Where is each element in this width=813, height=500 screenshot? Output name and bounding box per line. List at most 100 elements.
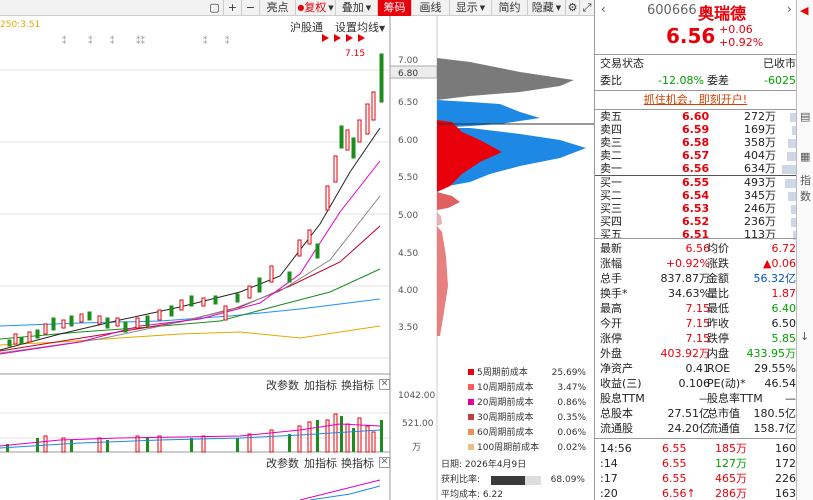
current-price-tag: 6.80 bbox=[398, 69, 418, 79]
kline-chart-area[interactable]: 250:3.51 沪股通 设置均线▼ ⁑ ⁑ ⁑ ⁑⁑ ⁑ ⁑ 7.15 7.0… bbox=[0, 16, 594, 500]
adjust-button[interactable]: ●复权 ▼ bbox=[296, 0, 336, 16]
svg-text:3.50: 3.50 bbox=[398, 323, 418, 333]
cost-legend: 5周期前成本 25.69% 10周期前成本 3.47% 20周期前成本 0.86% 30周期… bbox=[462, 366, 590, 456]
svg-text:⁑⁑: ⁑⁑ bbox=[136, 35, 146, 47]
overlay-button[interactable]: 叠加 ▼ bbox=[336, 0, 378, 16]
change-params-link-2[interactable]: 改参数 bbox=[266, 455, 299, 471]
svg-text:7.00: 7.00 bbox=[398, 56, 418, 66]
next-stock-icon[interactable]: › bbox=[787, 2, 792, 16]
chip-distribution bbox=[437, 58, 594, 336]
buy-level-row[interactable]: 买一 6.55 493万 bbox=[600, 176, 796, 189]
svg-text:1042.00: 1042.00 bbox=[398, 391, 435, 401]
svg-text:5.50: 5.50 bbox=[398, 173, 418, 183]
simple-button[interactable]: 简约 bbox=[492, 0, 528, 16]
prev-stock-icon[interactable]: ‹ bbox=[601, 2, 606, 16]
highlight-button[interactable]: 亮点 bbox=[260, 0, 296, 16]
svg-text:⁑: ⁑ bbox=[110, 35, 115, 47]
tick-row: :14 6.55 127万 172 bbox=[600, 457, 796, 470]
svg-text:万: 万 bbox=[412, 443, 421, 453]
stat-row: 总手 837.87万 金额 56.32亿 bbox=[600, 272, 796, 285]
svg-text:521.00: 521.00 bbox=[402, 419, 434, 429]
volume-bars bbox=[0, 413, 383, 453]
display-button[interactable]: 显示 ▼ bbox=[450, 0, 492, 16]
svg-text:⁑: ⁑ bbox=[203, 35, 208, 47]
svg-text:6.00: 6.00 bbox=[398, 136, 418, 146]
switch-indicator-link-2[interactable]: 换指标 bbox=[341, 455, 374, 471]
close-icon[interactable]: ✕ bbox=[379, 379, 390, 390]
gear-icon[interactable]: ⚙ bbox=[566, 0, 580, 16]
price-change-pct: +0.92% bbox=[719, 36, 764, 49]
buy-level-row[interactable]: 买二 6.54 345万 bbox=[600, 189, 796, 202]
last-price: 6.56 bbox=[666, 24, 716, 48]
sell-level-row[interactable]: 卖四 6.59 169万 bbox=[600, 123, 796, 136]
trade-status-row: 交易状态 已收市 bbox=[600, 57, 796, 70]
quote-panel: ‹ 600666 奥瑞德 › 6.56 +0.06 +0.92% 交易状态 已收市… bbox=[594, 0, 813, 500]
chart-toolbar: ▢ + − 亮点 ●复权 ▼ 叠加 ▼ 筹码 画线 显示 ▼ 简约 隐藏 ▼ ⚙ ⤢ bbox=[0, 0, 594, 16]
cost-legend-row: 10周期前成本 3.47% bbox=[462, 381, 590, 396]
hide-button[interactable]: 隐藏 ▼ bbox=[528, 0, 566, 16]
sell-level-row[interactable]: 卖二 6.57 404万 bbox=[600, 149, 796, 162]
buy-level-row[interactable]: 买五 6.51 113万 bbox=[600, 228, 796, 241]
stat-row: 净资产 0.41 ROE 29.55% bbox=[600, 362, 796, 375]
svg-text:4.50: 4.50 bbox=[398, 249, 418, 259]
cost-legend-row: 5周期前成本 25.69% bbox=[462, 366, 590, 381]
profit-ratio-bar bbox=[491, 476, 541, 485]
sell-level-row[interactable]: 卖一 6.56 634万 bbox=[600, 162, 796, 175]
high-price-label: 7.15 bbox=[345, 49, 365, 59]
close-icon-2[interactable]: ✕ bbox=[379, 457, 390, 468]
sell-level-row[interactable]: 卖五 6.60 272万 bbox=[600, 110, 796, 123]
side-strip: ◀ ▤ ▦ 指 数 ↓ bbox=[796, 0, 813, 500]
svg-text:4.00: 4.00 bbox=[398, 286, 418, 296]
side-icon[interactable]: ▤ bbox=[800, 110, 810, 123]
stat-row: 总股本 27.51亿 总市值 180.5亿 bbox=[600, 407, 796, 420]
tick-row: :17 6.55 465万 226 bbox=[600, 472, 796, 485]
svg-text:⁑: ⁑ bbox=[62, 35, 67, 47]
flag-icons bbox=[322, 34, 365, 42]
cost-legend-row: 100周期前成本 0.02% bbox=[462, 441, 590, 456]
stat-row: 涨停 7.15 跌停 5.85 bbox=[600, 332, 796, 345]
cost-legend-row: 20周期前成本 0.86% bbox=[462, 396, 590, 411]
stat-row: 换手* 34.63% 量比 1.87 bbox=[600, 287, 796, 300]
stat-row: 最新 6.56 均价 6.72 bbox=[600, 242, 796, 255]
svg-text:5.00: 5.00 bbox=[398, 211, 418, 221]
tick-row: :20 6.56↑ 286万 163 bbox=[600, 487, 796, 500]
switch-indicator-link[interactable]: 换指标 bbox=[341, 377, 374, 393]
candlesticks bbox=[7, 53, 384, 347]
cost-legend-row: 30周期前成本 0.35% bbox=[462, 411, 590, 426]
event-markers: ⁑ ⁑ ⁑ ⁑⁑ ⁑ ⁑ bbox=[62, 35, 230, 47]
stat-row: 流通股 24.20亿 流通值 158.7亿 bbox=[600, 422, 796, 435]
expand-icon[interactable]: ⤢ bbox=[580, 0, 594, 16]
add-indicator-link-2[interactable]: 加指标 bbox=[304, 455, 337, 471]
svg-text:6.50: 6.50 bbox=[398, 98, 418, 108]
chips-button[interactable]: 筹码 bbox=[378, 0, 412, 16]
buy-level-row[interactable]: 买四 6.52 236万 bbox=[600, 215, 796, 228]
square-icon[interactable]: ▢ bbox=[206, 0, 224, 16]
weibi-row: 委比 -12.08% 委差 -6025 bbox=[600, 74, 796, 87]
zoom-out-icon[interactable]: − bbox=[242, 0, 260, 16]
stat-row: 今开 7.15 昨收 6.50 bbox=[600, 317, 796, 330]
stock-name: 奥瑞德 bbox=[698, 4, 747, 23]
zoom-in-icon[interactable]: + bbox=[224, 0, 242, 16]
sell-level-row[interactable]: 卖三 6.58 358万 bbox=[600, 136, 796, 149]
cost-info: 日期: 2026年4月9日 获利比率: 68.09% 平均成本: 6.22 bbox=[441, 460, 585, 500]
price-axis: 7.00 6.50 6.00 5.50 5.00 4.50 4.00 3.50 bbox=[398, 56, 418, 333]
avg-cost-value: 6.22 bbox=[482, 490, 503, 500]
stat-row: 股息TTM — 股息率TTM — bbox=[600, 392, 796, 405]
stock-code: 600666 bbox=[647, 3, 697, 18]
profit-ratio-value: 68.09% bbox=[550, 475, 585, 485]
open-account-link[interactable]: 抓住机会，即刻开户! bbox=[595, 92, 796, 107]
svg-text:⁑: ⁑ bbox=[88, 35, 93, 47]
add-indicator-link[interactable]: 加指标 bbox=[304, 377, 337, 393]
cost-legend-row: 60周期前成本 0.06% bbox=[462, 426, 590, 441]
draw-line-button[interactable]: 画线 bbox=[412, 0, 450, 16]
stat-row: 最高 7.15 最低 6.40 bbox=[600, 302, 796, 315]
stat-row: 涨幅 +0.92% 涨跌 ▲0.06 bbox=[600, 257, 796, 270]
cost-date: 2026年4月9日 bbox=[464, 460, 527, 470]
change-params-link[interactable]: 改参数 bbox=[266, 377, 299, 393]
side-icon-2[interactable]: ▦ bbox=[800, 150, 810, 163]
svg-text:⁑: ⁑ bbox=[225, 35, 230, 47]
tick-row: 14:56 6.55 185万 160 bbox=[600, 442, 796, 455]
stat-row: 收益(三) 0.106 PE(动)* 46.54 bbox=[600, 377, 796, 390]
buy-level-row[interactable]: 买三 6.53 246万 bbox=[600, 202, 796, 215]
price-change: +0.06 bbox=[719, 23, 753, 36]
